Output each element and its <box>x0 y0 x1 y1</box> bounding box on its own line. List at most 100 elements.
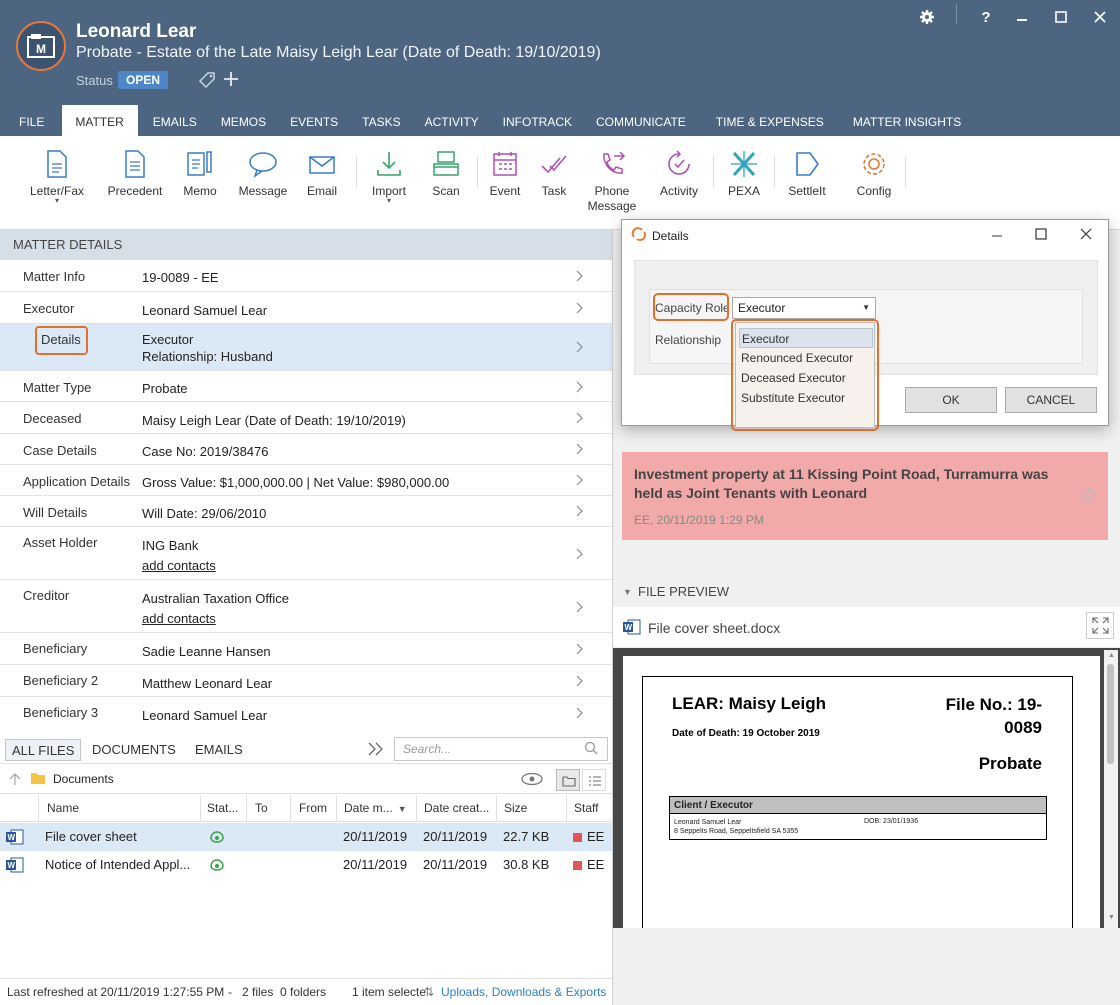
svg-text:W: W <box>625 623 633 632</box>
minimize-icon[interactable] <box>1008 6 1036 28</box>
detail-row-beneficiary-2[interactable]: Beneficiary 2 Matthew Leonard Lear <box>0 665 612 697</box>
add-contacts-link[interactable]: add contacts <box>142 610 216 627</box>
scan-button[interactable]: Scan <box>425 150 467 198</box>
add-tag-icon[interactable] <box>221 69 241 89</box>
capacity-role-select[interactable]: Executor ▼ <box>732 297 876 319</box>
tab-emails-files[interactable]: EMAILS <box>189 739 249 761</box>
calendar-icon <box>493 152 517 176</box>
message-icon <box>249 152 277 178</box>
memo-card[interactable]: Investment property at 11 Kissing Point … <box>622 452 1108 540</box>
maximize-icon[interactable] <box>1047 6 1075 28</box>
tab-matter-insights[interactable]: MATTER INSIGHTS <box>836 105 973 136</box>
detail-row-asset-holder[interactable]: Asset Holder ING Bank add contacts <box>0 527 612 580</box>
search-icon[interactable] <box>584 741 598 755</box>
file-preview-header[interactable]: ▼ FILE PREVIEW <box>613 578 1120 606</box>
email-button[interactable]: Email <box>301 150 343 198</box>
detail-row-details[interactable]: Details Executor Relationship: Husband <box>0 324 612 371</box>
help-icon[interactable]: ? <box>972 6 1000 28</box>
add-contacts-link[interactable]: add contacts <box>142 557 216 574</box>
file-row[interactable]: W Notice of Intended Appl... 20/11/2019 … <box>0 851 612 879</box>
detail-row-matter-info[interactable]: Matter Info 19-0089 - EE <box>0 260 612 292</box>
tab-tasks[interactable]: TASKS <box>350 105 412 136</box>
uploads-link[interactable]: Uploads, Downloads & Exports <box>441 979 606 1005</box>
preview-scrollbar[interactable]: ▲ ▼ <box>1104 650 1118 928</box>
import-button[interactable]: Import ▾ <box>366 150 412 205</box>
col-size[interactable]: Size <box>496 795 566 822</box>
tab-emails[interactable]: EMAILS <box>138 105 209 136</box>
chevron-right-icon <box>576 675 583 687</box>
tab-communicate[interactable]: COMMUNICATE <box>584 105 698 136</box>
list-view-button[interactable] <box>582 769 606 791</box>
up-arrow-icon[interactable] <box>8 772 22 786</box>
dialog-maximize-icon[interactable] <box>1035 228 1047 240</box>
settleit-button[interactable]: SettleIt <box>784 150 830 198</box>
folder-view-button[interactable] <box>556 769 580 791</box>
col-date-modified[interactable]: Date m... ▼ <box>336 795 416 822</box>
detail-row-deceased[interactable]: Deceased Maisy Leigh Lear (Date of Death… <box>0 402 612 434</box>
detail-row-beneficiary-3[interactable]: Beneficiary 3 Leonard Samuel Lear <box>0 697 612 730</box>
search-input[interactable]: Search... <box>394 737 608 761</box>
scroll-down-icon[interactable]: ▼ <box>1108 914 1115 921</box>
tab-infotrack[interactable]: INFOTRACK <box>491 105 584 136</box>
file-counts: - 2 files 0 folders <box>228 985 327 999</box>
detail-row-creditor[interactable]: Creditor Australian Taxation Office add … <box>0 580 612 633</box>
col-to[interactable]: To <box>246 795 290 822</box>
capacity-role-highlight <box>653 293 729 321</box>
tab-activity[interactable]: ACTIVITY <box>413 105 491 136</box>
fullscreen-button[interactable] <box>1086 612 1114 639</box>
tab-file[interactable]: FILE <box>0 105 52 136</box>
tab-documents[interactable]: DOCUMENTS <box>86 739 182 761</box>
expand-chevrons-icon[interactable] <box>367 742 385 756</box>
tab-events[interactable]: EVENTS <box>278 105 350 136</box>
close-icon[interactable] <box>1086 6 1114 28</box>
scroll-up-icon[interactable]: ▲ <box>1108 652 1115 659</box>
tab-memos[interactable]: MEMOS <box>209 105 278 136</box>
pin-icon[interactable] <box>1080 488 1096 504</box>
detail-row-application-details[interactable]: Application Details Gross Value: $1,000,… <box>0 465 612 496</box>
event-button[interactable]: Event <box>484 150 526 198</box>
tab-time-expenses[interactable]: TIME & EXPENSES <box>698 105 836 136</box>
ok-button[interactable]: OK <box>905 387 997 413</box>
config-button[interactable]: Config <box>852 150 896 198</box>
memo-button[interactable]: Memo <box>178 150 222 198</box>
ribbon-separator <box>477 156 478 188</box>
tab-all-files[interactable]: ALL FILES <box>5 739 82 761</box>
file-row[interactable]: W File cover sheet 20/11/2019 20/11/2019… <box>0 823 612 851</box>
detail-row-will-details[interactable]: Will Details Will Date: 29/06/2010 <box>0 496 612 527</box>
cancel-button[interactable]: CANCEL <box>1005 387 1097 413</box>
document-frame: LEAR: Maisy Leigh Date of Death: 19 Octo… <box>642 676 1073 928</box>
col-from[interactable]: From <box>290 795 336 822</box>
letter-fax-button[interactable]: Letter/Fax ▾ <box>30 150 84 205</box>
preview-filename: File cover sheet.docx <box>648 620 781 636</box>
dialog-minimize-icon[interactable] <box>991 229 1003 241</box>
transfer-arrows-icon: ⇅ <box>424 985 435 999</box>
tab-matter[interactable]: MATTER <box>62 105 138 136</box>
col-date-created[interactable]: Date creat... <box>416 795 496 822</box>
col-staff[interactable]: Staff <box>566 795 612 822</box>
phone-message-button[interactable]: Phone Message <box>586 150 638 213</box>
gear-icon[interactable] <box>913 6 941 28</box>
dialog-close-icon[interactable] <box>1080 228 1092 240</box>
detail-row-beneficiary[interactable]: Beneficiary Sadie Leanne Hansen <box>0 633 612 665</box>
message-button[interactable]: Message <box>236 150 290 198</box>
collapse-caret-icon: ▼ <box>623 587 632 597</box>
pexa-button[interactable]: PEXA <box>726 150 762 198</box>
detail-value: Australian Taxation Office <box>142 591 289 606</box>
tag-icon[interactable] <box>197 70 217 90</box>
col-name[interactable]: Name <box>38 795 200 822</box>
dialog-title: Details <box>652 229 689 243</box>
dropdown-arrow-icon[interactable]: ▼ <box>862 298 870 318</box>
activity-button[interactable]: Activity <box>656 150 702 198</box>
task-button[interactable]: Task <box>534 150 574 198</box>
detail-row-executor[interactable]: Executor Leonard Samuel Lear <box>0 292 612 324</box>
matter-details-header[interactable]: MATTER DETAILS <box>0 230 612 260</box>
status-bar: Last refreshed at 20/11/2019 1:27:55 PM … <box>0 978 612 1005</box>
status-badge[interactable]: OPEN <box>118 71 169 89</box>
relationship-label: Relationship <box>655 333 722 347</box>
col-status[interactable]: Stat... <box>200 795 246 822</box>
scrollbar-thumb[interactable] <box>1107 664 1114 764</box>
eye-icon[interactable] <box>520 772 544 786</box>
detail-row-case-details[interactable]: Case Details Case No: 2019/38476 <box>0 434 612 465</box>
precedent-button[interactable]: Precedent <box>105 150 165 198</box>
detail-row-matter-type[interactable]: Matter Type Probate <box>0 371 612 402</box>
